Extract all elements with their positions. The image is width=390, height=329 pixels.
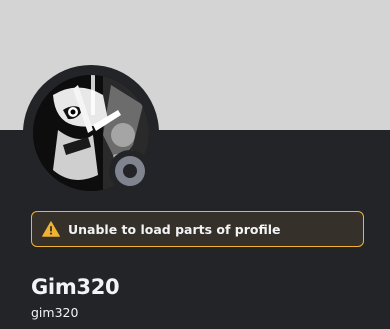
warning-message: Unable to load parts of profile: [68, 221, 281, 237]
status-indicator: [109, 150, 151, 192]
profile-load-warning: Unable to load parts of profile: [31, 211, 364, 247]
display-name: Gim320: [31, 275, 120, 299]
offline-status-icon: [115, 156, 145, 186]
warning-icon: [42, 221, 60, 237]
username: gim320: [31, 305, 79, 320]
